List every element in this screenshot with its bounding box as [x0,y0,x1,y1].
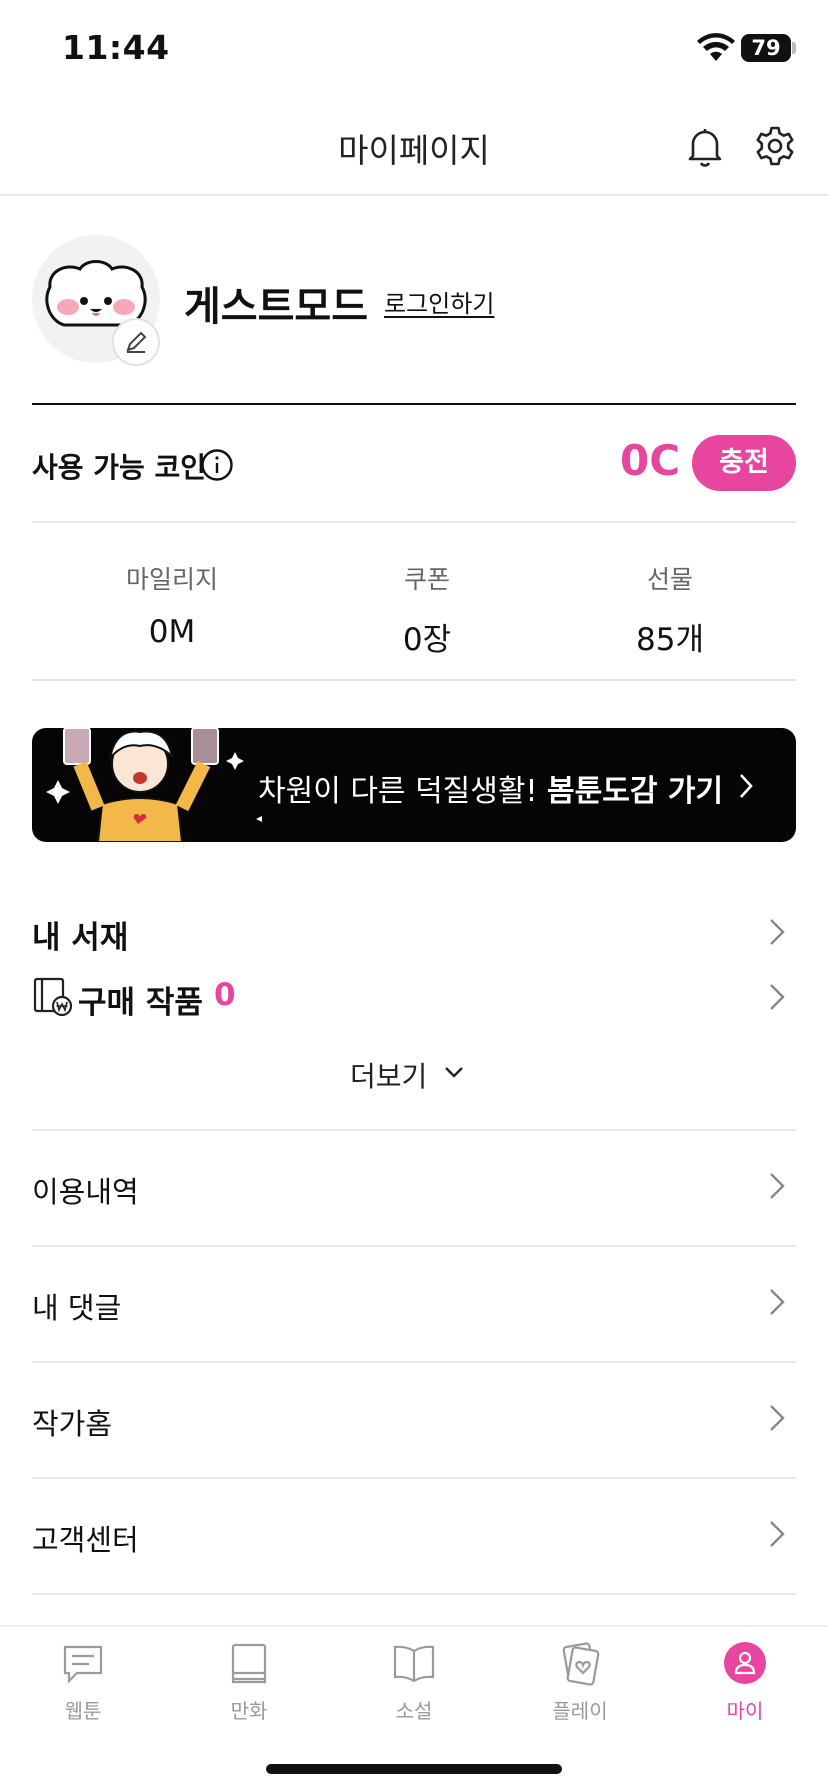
coin-label: 사용 가능 코인 [32,451,207,484]
profile-name: 게스트모드 [184,284,368,330]
purchase-book-icon [33,977,72,1016]
comic-icon [231,1643,267,1684]
info-icon[interactable] [200,448,234,482]
menu-item-customer-center[interactable]: 고객센터 [0,1479,828,1595]
status-bar: 11:44 79 [0,0,828,96]
banner-text-regular: 차원이 다른 덕질생활! [258,774,548,809]
chevron-right-icon[interactable] [768,917,786,947]
login-link[interactable]: 로그인하기 [384,284,494,319]
chevron-down-icon[interactable] [444,1065,464,1079]
chevron-right-icon [770,1405,785,1431]
banner-text-bold: 봄툰도감 가기 [547,774,724,809]
stat-mileage[interactable]: 마일리지 0M [72,560,272,650]
stat-value: 0M [148,614,196,650]
novel-icon [393,1645,435,1683]
stat-label: 쿠폰 [403,565,450,594]
profile-divider [32,403,796,405]
stat-value: 85개 [636,622,704,658]
menu-item-label: 고객센터 [32,1523,139,1557]
chevron-right-icon [770,1173,785,1199]
stat-value: 0장 [402,622,452,658]
tab-label: 플레이 [552,1699,608,1723]
menu-item-label: 작가홈 [32,1407,113,1441]
show-more-button[interactable]: 더보기 [350,1055,427,1095]
chevron-right-icon [770,1521,785,1547]
banner-text: 차원이 다른 덕질생활! 봄툰도감 가기 [258,766,723,810]
tab-my[interactable]: 마이 [662,1639,828,1749]
battery-tip [792,42,796,54]
menu-item-my-comments[interactable]: 내 댓글 [0,1247,828,1363]
coin-divider [32,521,796,523]
edit-avatar-button[interactable] [112,318,160,366]
page-header: 마이페이지 [0,96,828,196]
menu-item-author-home[interactable]: 작가홈 [0,1363,828,1479]
tab-play[interactable]: 플레이 [497,1639,663,1749]
gear-icon[interactable] [753,124,797,168]
stat-label: 마일리지 [125,565,218,594]
purchased-works-label[interactable]: 구매 작품 [78,977,203,1022]
chevron-right-icon [770,1289,785,1315]
stat-label: 선물 [646,565,693,594]
menu-item-usage-history[interactable]: 이용내역 [0,1131,828,1247]
status-time: 11:44 [62,28,170,67]
menu-divider [32,1593,796,1595]
my-icon [724,1642,766,1684]
wifi-icon [697,33,735,61]
tab-label: 만화 [230,1699,268,1723]
tab-label: 소설 [395,1699,433,1723]
tab-webtoon[interactable]: 웹툰 [0,1639,166,1749]
bell-icon[interactable] [683,124,727,168]
menu-item-label: 내 댓글 [32,1291,122,1325]
my-library-title[interactable]: 내 서재 [32,912,128,957]
webtoon-icon [63,1645,103,1684]
coin-amount: 0C [620,436,681,485]
tab-comic[interactable]: 만화 [166,1639,332,1749]
chevron-right-icon [740,774,753,798]
stats-divider [32,679,796,681]
tab-label: 마이 [726,1699,764,1723]
home-indicator [266,1764,562,1774]
purchased-works-count: 0 [214,977,236,1013]
promo-banner[interactable]: 차원이 다른 덕질생활! 봄툰도감 가기 [32,728,796,842]
stat-gift[interactable]: 선물 85개 [570,560,770,659]
banner-character-image [46,728,262,842]
play-icon [562,1642,600,1686]
tab-novel[interactable]: 소설 [331,1639,497,1749]
tab-label: 웹툰 [64,1699,102,1723]
menu-item-label: 이용내역 [32,1175,139,1209]
pencil-icon [126,331,147,353]
stat-coupon[interactable]: 쿠폰 0장 [327,560,527,659]
charge-button[interactable]: 충전 [692,435,796,491]
chevron-right-icon[interactable] [768,982,786,1012]
battery-icon: 79 [741,34,791,62]
